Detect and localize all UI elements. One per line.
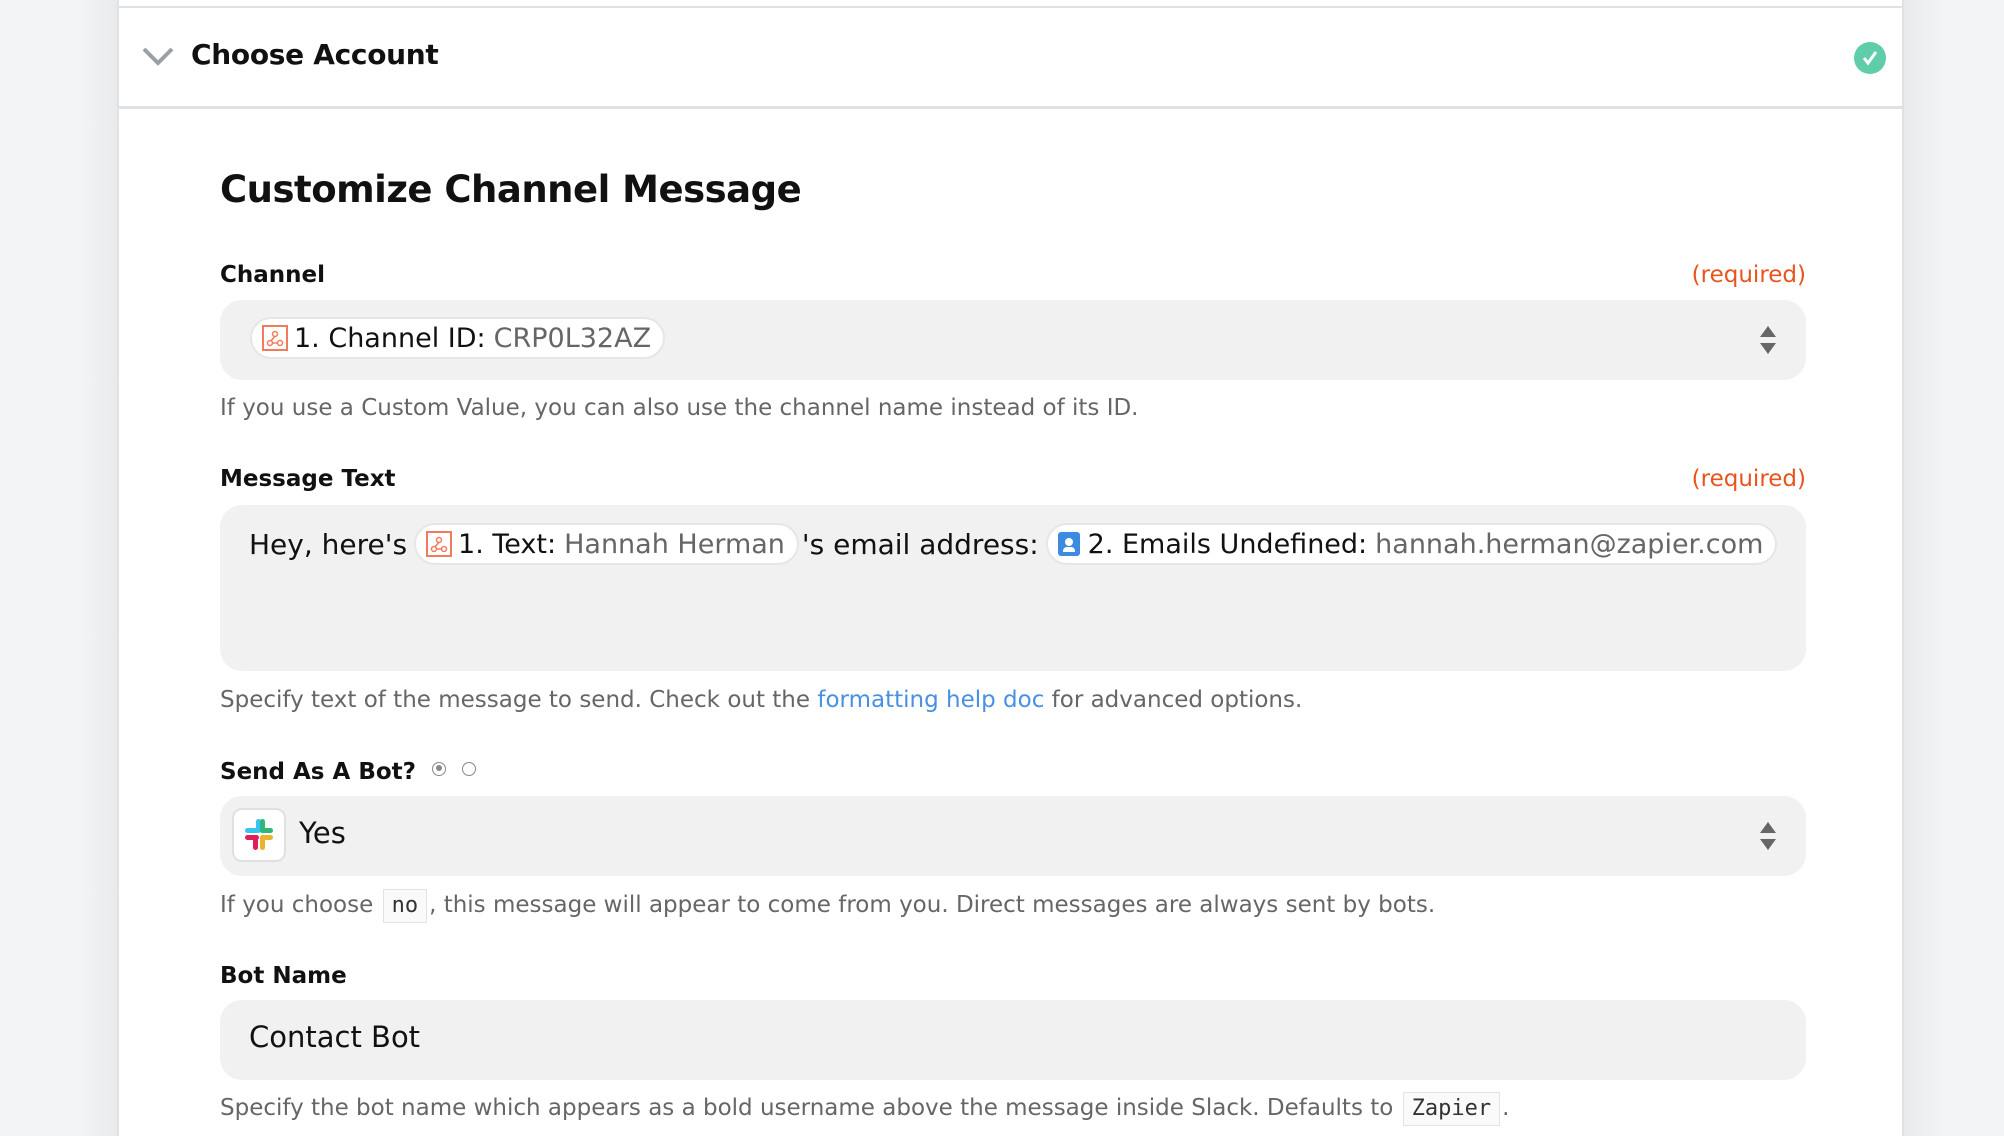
slack-icon — [232, 808, 286, 862]
page-background-left — [0, 0, 117, 1136]
help-text: Specify the bot name which appears as a … — [220, 1095, 1401, 1121]
channel-required: (required) — [1691, 262, 1806, 288]
pill-label: 1. Channel ID: — [294, 322, 486, 354]
select-value: Yes — [299, 816, 346, 850]
chevron-down-icon[interactable] — [141, 44, 175, 68]
pill-value: hannah.herman@zapier.com — [1375, 528, 1764, 560]
input-value: Contact Bot — [249, 1020, 421, 1054]
inline-code: no — [382, 889, 428, 923]
page-title: Customize Channel Message — [220, 168, 802, 211]
contacts-icon — [1057, 532, 1080, 556]
pill-label: 2. Emails Undefined: — [1087, 528, 1368, 560]
help-text: for advanced options. — [1044, 687, 1303, 713]
step-panel: Choose Account Customize Channel Message… — [117, 0, 1904, 1136]
email-pill[interactable]: 2. Emails Undefined: hannah.herman@zapie… — [1045, 523, 1778, 565]
label-text: Send As A Bot? — [220, 759, 416, 785]
radio-unselected[interactable] — [462, 761, 477, 776]
check-circle-icon — [1854, 42, 1886, 74]
channel-label: Channel — [220, 262, 326, 288]
channel-id-pill[interactable]: 1. Channel ID: CRP0L32AZ — [250, 317, 666, 359]
select-arrows-icon[interactable] — [1759, 820, 1777, 852]
inline-code: Zapier — [1402, 1092, 1501, 1126]
help-text: Specify text of the message to send. Che… — [220, 687, 818, 713]
page-background-right — [1904, 0, 2004, 1136]
message-text-input[interactable]: Hey, here's 1. Text: Hannah Herman 's em… — [220, 505, 1806, 671]
send-as-bot-label: Send As A Bot? — [220, 759, 477, 785]
bot-name-help: Specify the bot name which appears as a … — [220, 1092, 1509, 1126]
help-text: , this message will appear to come from … — [429, 892, 1436, 918]
webhook-icon — [262, 325, 288, 351]
pill-value: Hannah Herman — [564, 528, 785, 560]
section-header-title: Choose Account — [191, 38, 439, 71]
formatting-help-link[interactable]: formatting help doc — [817, 687, 1044, 713]
help-text: If you choose — [220, 892, 381, 918]
pill-label: 1. Text: — [458, 528, 557, 560]
channel-help: If you use a Custom Value, you can also … — [220, 395, 1139, 421]
bot-name-label: Bot Name — [220, 963, 347, 989]
message-text-segment: 's email address: — [801, 527, 1039, 561]
message-text-help: Specify text of the message to send. Che… — [220, 687, 1302, 713]
radio-selected[interactable] — [432, 761, 446, 776]
message-text-required: (required) — [1691, 466, 1806, 492]
send-as-bot-help: If you choose no, this message will appe… — [220, 889, 1435, 923]
text-pill[interactable]: 1. Text: Hannah Herman — [414, 523, 799, 565]
bot-name-input[interactable]: Contact Bot — [220, 1000, 1806, 1080]
help-text: . — [1502, 1095, 1510, 1121]
select-arrows-icon[interactable] — [1759, 324, 1777, 356]
channel-select[interactable]: 1. Channel ID: CRP0L32AZ — [220, 300, 1806, 380]
choose-account-header[interactable]: Choose Account — [119, 8, 1902, 109]
pill-value: CRP0L32AZ — [493, 322, 652, 354]
send-as-bot-select[interactable]: Yes — [220, 796, 1806, 876]
webhook-icon — [426, 531, 453, 557]
message-text-label: Message Text — [220, 466, 396, 492]
message-text-segment: Hey, here's — [249, 527, 408, 561]
